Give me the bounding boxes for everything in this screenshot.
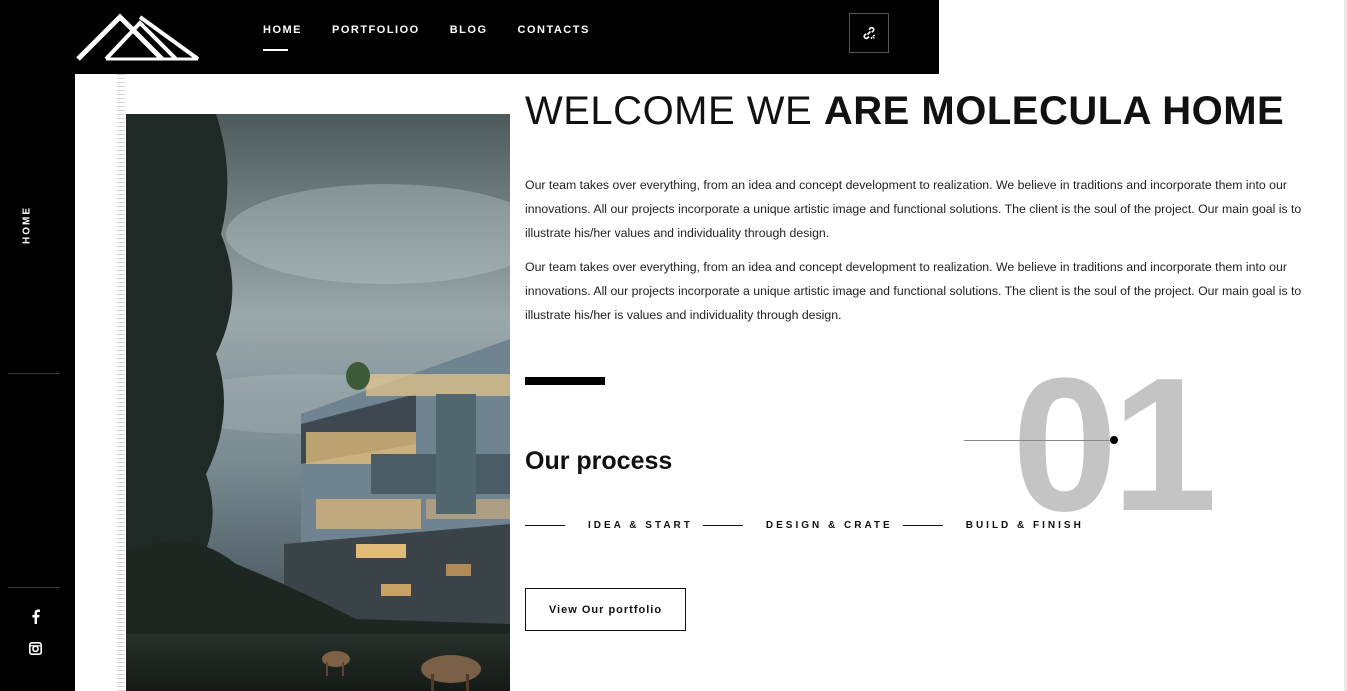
title-light: WELCOME WE — [525, 89, 813, 133]
nav-home[interactable]: HOME — [263, 24, 302, 51]
step-divider — [902, 525, 943, 526]
step-build[interactable]: BUILD & FINISH — [966, 520, 1084, 531]
number-connector-line — [964, 440, 1114, 441]
step-divider — [525, 525, 565, 526]
number-connector-dot — [1110, 436, 1118, 444]
top-header: HOME PORTFOLIOO BLOG CONTACTS — [0, 0, 939, 74]
dotted-ruler — [117, 74, 125, 691]
step-design[interactable]: DESIGN & CRATE — [766, 520, 893, 531]
mountain-logo-icon[interactable] — [76, 13, 200, 61]
intro-paragraph: Our team takes over everything, from an … — [525, 260, 1302, 322]
step-idea[interactable]: IDEA & START — [588, 520, 693, 531]
process-steps: IDEA & START DESIGN & CRATE BUILD & FINI… — [525, 520, 1094, 531]
intro-paragraph: Our team takes over everything, from an … — [525, 178, 1302, 240]
nav-blog[interactable]: BLOG — [450, 24, 488, 36]
main-nav: HOME PORTFOLIOO BLOG CONTACTS — [263, 24, 620, 51]
sidebar-vertical-label: HOME — [21, 206, 33, 244]
nav-contacts[interactable]: CONTACTS — [518, 24, 590, 36]
header-menu-button[interactable] — [849, 13, 889, 53]
facebook-icon[interactable] — [27, 608, 43, 624]
accent-bar — [525, 377, 605, 385]
sidebar-divider — [8, 587, 60, 588]
title-bold: ARE MOLECULA HOME — [823, 89, 1285, 133]
sidebar-divider — [8, 373, 60, 374]
link-icon — [863, 26, 875, 40]
view-portfolio-button[interactable]: View Our portfolio — [525, 588, 686, 631]
instagram-icon[interactable] — [27, 640, 43, 656]
process-step-number: 01 — [1012, 339, 1217, 551]
left-sidebar: HOME — [0, 0, 75, 691]
nav-portfolio[interactable]: PORTFOLIOO — [332, 24, 420, 36]
step-divider — [702, 525, 743, 526]
page-title: WELCOME WE ARE MOLECULA HOME — [525, 90, 1284, 132]
hero-building-image — [126, 114, 510, 691]
process-title: Our process — [525, 447, 673, 475]
